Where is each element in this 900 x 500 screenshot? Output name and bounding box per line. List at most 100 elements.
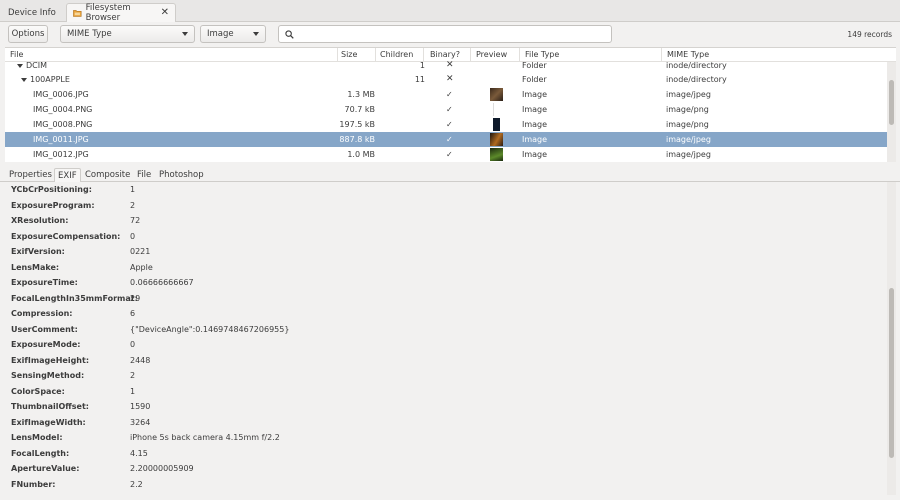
row-size: 887.8 kB <box>339 135 375 144</box>
search-icon <box>285 29 294 39</box>
image-filter-select-value: Image <box>207 29 234 39</box>
image-preview-thumbnail <box>493 118 500 131</box>
image-preview-thumbnail <box>490 133 503 146</box>
exif-key: ExifImageWidth: <box>11 417 86 427</box>
exif-value: 1590 <box>130 402 151 411</box>
table-row[interactable]: DCIM 1 ✕ Folder inode/directory <box>5 58 887 73</box>
exif-value: 2 <box>130 200 136 210</box>
exif-value: {"DeviceAngle":0.1469748467206955} <box>130 324 290 334</box>
tab-exif[interactable]: EXIF <box>54 168 81 182</box>
toolbar: Options MIME Type Image 149 records <box>0 22 900 47</box>
scrollbar-thumb[interactable] <box>889 288 894 458</box>
row-file-type: Image <box>522 90 548 99</box>
exif-value: 2.20000005909 <box>130 464 194 473</box>
exif-value: iPhone 5s back camera 4.15mm f/2.2 <box>130 433 280 442</box>
table-row-selected[interactable]: IMG_0011.JPG 887.8 kB ✓ Image image/jpeg <box>5 132 887 147</box>
exif-key: LensMake: <box>11 262 60 272</box>
check-icon: ✓ <box>446 150 453 159</box>
exif-value: 72 <box>130 216 141 225</box>
row-size: 70.7 kB <box>344 105 375 114</box>
row-children: 1 <box>419 61 425 70</box>
tab-photoshop[interactable]: Photoshop <box>156 170 207 182</box>
image-preview-thumbnail <box>490 148 503 161</box>
exif-value: 2.2 <box>130 479 143 489</box>
exif-value: 4.15 <box>130 448 148 458</box>
row-size: 1.0 MB <box>347 150 375 159</box>
row-file-type: Image <box>522 120 548 129</box>
row-file-name: IMG_0006.JPG <box>33 90 89 99</box>
file-table: File Size Children Binary? Preview File … <box>5 47 896 162</box>
exif-value: 0 <box>130 231 136 241</box>
table-row[interactable]: IMG_0008.PNG 197.5 kB ✓ Image image/png <box>5 117 887 132</box>
expand-triangle-icon[interactable] <box>17 63 23 68</box>
table-row[interactable]: IMG_0006.JPG 1.3 MB ✓ Image image/jpeg <box>5 87 887 102</box>
exif-key: ExposureMode: <box>11 340 81 349</box>
close-icon[interactable]: ✕ <box>161 8 169 18</box>
cross-icon: ✕ <box>446 74 454 84</box>
exif-key: FNumber: <box>11 479 56 489</box>
row-file-type: Image <box>522 105 548 114</box>
row-file-type: Folder <box>522 75 547 84</box>
image-preview-thumbnail <box>493 103 499 116</box>
table-row[interactable]: IMG_0004.PNG 70.7 kB ✓ Image image/png <box>5 102 887 117</box>
tab-properties[interactable]: Properties <box>6 170 55 182</box>
exif-key: ColorSpace: <box>11 386 65 396</box>
tab-device-info-label: Device Info <box>8 7 56 18</box>
exif-key: ExposureCompensation: <box>11 231 121 241</box>
expand-triangle-icon[interactable] <box>21 77 27 82</box>
exif-key: SensingMethod: <box>11 371 85 380</box>
table-row[interactable]: IMG_0012.JPG 1.0 MB ✓ Image image/jpeg <box>5 147 887 162</box>
exif-key: YCbCrPositioning: <box>11 185 92 194</box>
exif-value: 6 <box>130 309 136 318</box>
search-input[interactable] <box>278 25 612 43</box>
exif-key: ThumbnailOffset: <box>11 402 89 411</box>
mime-type-select-value: MIME Type <box>67 29 112 39</box>
cross-icon: ✕ <box>446 60 454 70</box>
row-mime-type: image/jpeg <box>666 90 711 99</box>
tab-filesystem-browser-label: Filesystem Browser <box>85 3 131 23</box>
exif-key: ExposureTime: <box>11 278 78 287</box>
check-icon: ✓ <box>446 135 453 144</box>
table-row[interactable]: 100APPLE 11 ✕ Folder inode/directory <box>5 72 887 87</box>
exif-value: 0221 <box>130 247 151 256</box>
row-file-name: IMG_0004.PNG <box>33 105 93 114</box>
tab-filesystem-browser[interactable]: Filesystem Browser ✕ <box>66 3 176 23</box>
row-mime-type: image/jpeg <box>666 150 711 159</box>
image-filter-select[interactable]: Image <box>200 25 266 43</box>
chevron-down-icon <box>182 32 188 36</box>
row-file-name: IMG_0008.PNG <box>33 120 93 129</box>
exif-key: XResolution: <box>11 216 69 225</box>
exif-key: ApertureValue: <box>11 464 80 473</box>
exif-key: UserComment: <box>11 324 78 334</box>
exif-value: 2448 <box>130 355 151 365</box>
chevron-down-icon <box>253 32 259 36</box>
row-file-name: IMG_0011.JPG <box>33 135 89 144</box>
mime-type-select[interactable]: MIME Type <box>60 25 195 43</box>
row-size: 1.3 MB <box>347 90 375 99</box>
row-file-name: 100APPLE <box>30 75 70 84</box>
exif-key: Compression: <box>11 309 73 318</box>
exif-properties-panel: YCbCrPositioning: 1 ExposureProgram: 2 XRe… <box>5 182 885 495</box>
exif-panel-scrollbar[interactable] <box>887 182 896 495</box>
check-icon: ✓ <box>446 90 453 99</box>
row-size: 197.5 kB <box>339 120 375 129</box>
exif-value: 1 <box>130 386 136 396</box>
exif-key: LensModel: <box>11 433 63 442</box>
check-icon: ✓ <box>446 120 453 129</box>
row-file-type: Image <box>522 135 548 144</box>
options-button[interactable]: Options <box>8 25 48 43</box>
image-preview-thumbnail <box>490 88 503 101</box>
row-file-type: Image <box>522 150 548 159</box>
tab-device-info[interactable]: Device Info <box>2 3 66 22</box>
main-tab-bar: Device Info Filesystem Browser ✕ <box>0 0 900 23</box>
file-table-scrollbar[interactable] <box>887 62 896 162</box>
exif-value: 2 <box>130 371 136 380</box>
row-mime-type: inode/directory <box>666 61 727 70</box>
tab-composite[interactable]: Composite <box>82 170 133 182</box>
scrollbar-thumb[interactable] <box>889 80 894 125</box>
row-file: 100APPLE <box>21 75 70 84</box>
row-children: 11 <box>414 75 425 84</box>
tab-file[interactable]: File <box>134 170 154 182</box>
row-file-name: IMG_0012.JPG <box>33 150 89 159</box>
folder-icon <box>73 10 82 17</box>
